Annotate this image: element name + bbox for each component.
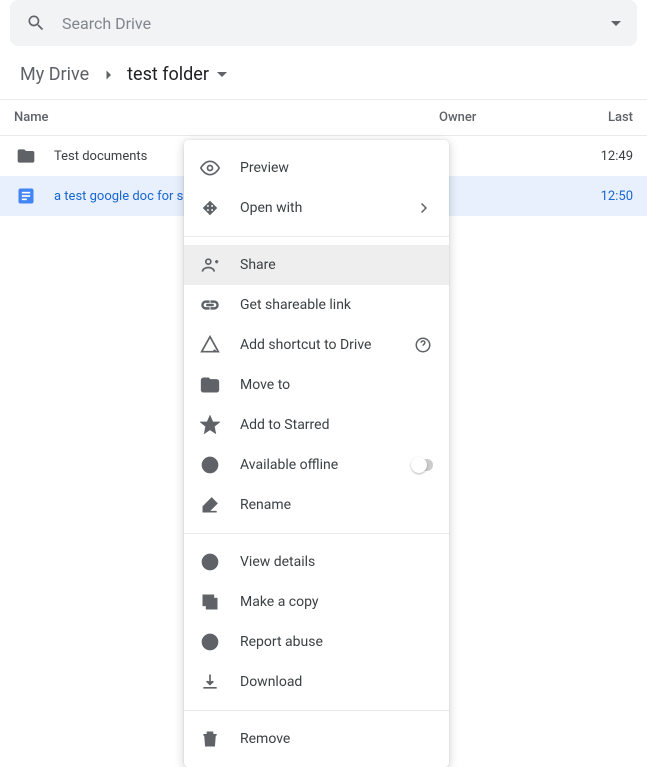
- breadcrumb-current[interactable]: test folder: [127, 64, 209, 85]
- offline-toggle[interactable]: [413, 455, 433, 475]
- search-icon: [26, 13, 46, 33]
- file-owner: e: [439, 189, 601, 204]
- menu-label: Get shareable link: [240, 297, 433, 313]
- folder-icon: [14, 144, 38, 168]
- menu-add-star[interactable]: Add to Starred: [184, 405, 449, 445]
- search-dropdown-icon[interactable]: [611, 21, 621, 26]
- report-icon: [200, 632, 220, 652]
- menu-divider: [184, 710, 449, 711]
- menu-available-offline[interactable]: Available offline: [184, 445, 449, 485]
- menu-label: Open with: [240, 200, 413, 216]
- menu-label: Report abuse: [240, 634, 433, 650]
- menu-view-details[interactable]: View details: [184, 542, 449, 582]
- menu-label: Remove: [240, 731, 433, 747]
- folder-dropdown-icon[interactable]: [217, 72, 227, 77]
- menu-open-with[interactable]: Open with: [184, 188, 449, 228]
- star-icon: [200, 415, 220, 435]
- download-icon: [200, 672, 220, 692]
- move-folder-icon: [200, 375, 220, 395]
- info-icon: [200, 552, 220, 572]
- menu-add-shortcut[interactable]: Add shortcut to Drive: [184, 325, 449, 365]
- file-list-header: Name Owner Last: [0, 100, 647, 136]
- eye-icon: [200, 158, 220, 178]
- open-with-icon: [200, 198, 220, 218]
- link-icon: [200, 295, 220, 315]
- person-add-icon: [200, 255, 220, 275]
- menu-divider: [184, 533, 449, 534]
- menu-label: View details: [240, 554, 433, 570]
- column-owner[interactable]: Owner: [439, 110, 608, 125]
- menu-download[interactable]: Download: [184, 662, 449, 702]
- menu-label: Add shortcut to Drive: [240, 337, 413, 353]
- menu-remove[interactable]: Remove: [184, 719, 449, 759]
- menu-label: Download: [240, 674, 433, 690]
- menu-label: Preview: [240, 160, 433, 176]
- menu-divider: [184, 236, 449, 237]
- trash-icon: [200, 729, 220, 749]
- menu-label: Add to Starred: [240, 417, 433, 433]
- menu-share[interactable]: Share: [184, 245, 449, 285]
- menu-make-copy[interactable]: Make a copy: [184, 582, 449, 622]
- menu-preview[interactable]: Preview: [184, 148, 449, 188]
- file-last: 12:50: [601, 189, 633, 204]
- column-name[interactable]: Name: [14, 110, 439, 125]
- file-owner: e: [439, 149, 601, 164]
- search-bar[interactable]: Search Drive: [10, 0, 637, 46]
- doc-icon: [14, 184, 38, 208]
- offline-icon: [200, 455, 220, 475]
- file-last: 12:49: [601, 149, 633, 164]
- search-placeholder: Search Drive: [62, 14, 611, 33]
- drive-shortcut-icon: [200, 335, 220, 355]
- copy-icon: [200, 592, 220, 612]
- menu-label: Make a copy: [240, 594, 433, 610]
- chevron-right-icon: [413, 198, 433, 218]
- help-icon[interactable]: [413, 335, 433, 355]
- breadcrumb-root[interactable]: My Drive: [20, 64, 89, 85]
- menu-get-link[interactable]: Get shareable link: [184, 285, 449, 325]
- menu-move-to[interactable]: Move to: [184, 365, 449, 405]
- menu-report-abuse[interactable]: Report abuse: [184, 622, 449, 662]
- menu-label: Move to: [240, 377, 433, 393]
- menu-label: Rename: [240, 497, 433, 513]
- context-menu: Preview Open with Share Get shareable li…: [184, 140, 449, 767]
- rename-icon: [200, 495, 220, 515]
- breadcrumb: My Drive test folder: [0, 54, 647, 100]
- menu-label: Available offline: [240, 457, 413, 473]
- chevron-right-icon: [99, 66, 117, 84]
- column-last[interactable]: Last: [608, 110, 633, 125]
- menu-label: Share: [240, 257, 433, 273]
- menu-rename[interactable]: Rename: [184, 485, 449, 525]
